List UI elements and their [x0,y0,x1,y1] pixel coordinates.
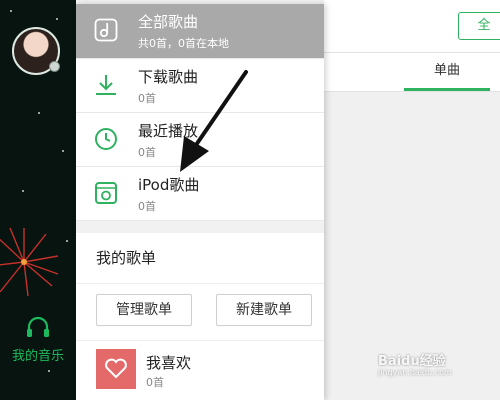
fireworks-decoration [0,227,59,297]
tab-single[interactable]: 单曲 [404,53,490,89]
favorite-subtitle: 0首 [146,376,164,389]
menu-item-title: 下载歌曲 [138,68,199,86]
menu-item-subtitle: 共0首，0首在本地 [138,37,229,50]
clock-icon [95,128,117,150]
new-playlist-button[interactable]: 新建歌单 [216,294,312,326]
menu-item-subtitle: 0首 [138,200,156,213]
menu-item-recent-play[interactable]: 最近播放 0首 [76,113,324,167]
star [22,190,24,192]
music-menu-panel: 全部歌曲 共0首，0首在本地 下载歌曲 0首 最近播放 0首 iPod歌曲 0首… [76,4,324,400]
right-top-bar: 全 [324,0,500,53]
star [56,18,58,20]
menu-item-title: iPod歌曲 [138,176,200,194]
right-tabs: 单曲 [324,53,500,92]
sidebar: 我的音乐 [0,0,76,400]
menu-item-ipod-songs[interactable]: iPod歌曲 0首 [76,167,324,221]
headphones-icon [27,316,49,337]
star [62,150,64,152]
download-icon [96,75,116,95]
menu-item-downloaded-songs[interactable]: 下载歌曲 0首 [76,59,324,113]
favorite-cover [96,349,136,389]
menu-item-all-songs[interactable]: 全部歌曲 共0首，0首在本地 [76,4,324,59]
ipod-icon [95,182,117,204]
menu-item-subtitle: 0首 [138,92,156,105]
right-panel: 全 单曲 [324,0,500,400]
my-music-nav[interactable]: 我的音乐 [4,315,72,364]
playlist-button-row: 管理歌单 新建歌单 [76,284,324,341]
music-note-icon [94,18,118,42]
star [10,10,12,12]
right-top-button[interactable]: 全 [458,12,500,40]
user-avatar[interactable] [12,27,60,75]
favorite-playlist[interactable]: 我喜欢 0首 [76,341,324,397]
watermark-sub: jingyan.baidu.com [378,368,452,377]
menu-item-title: 全部歌曲 [138,13,199,31]
section-divider [76,221,324,233]
favorite-title: 我喜欢 [146,354,192,372]
avatar-badge-icon [49,61,60,72]
menu-item-title: 最近播放 [138,122,199,140]
watermark-text: Baidu经验 [378,354,446,369]
tab-active-indicator [404,88,490,91]
manage-playlist-button[interactable]: 管理歌单 [96,294,192,326]
my-music-label: 我的音乐 [11,349,64,364]
menu-item-subtitle: 0首 [138,146,156,159]
heart-icon [105,358,127,379]
star [48,370,50,372]
star [38,112,40,114]
watermark: Baidu经验 jingyan.baidu.com [378,350,452,377]
star [66,240,68,242]
playlist-section-title: 我的歌单 [76,233,324,284]
